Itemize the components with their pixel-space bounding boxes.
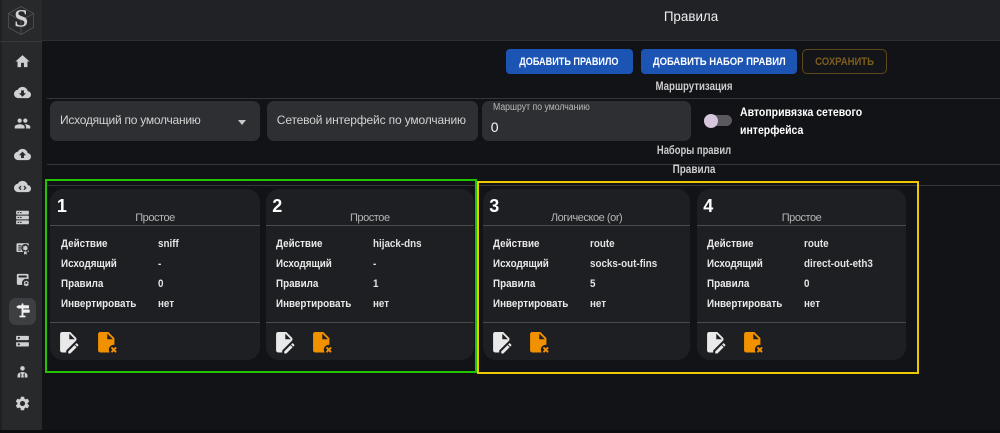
- svg-text:S: S: [14, 6, 28, 33]
